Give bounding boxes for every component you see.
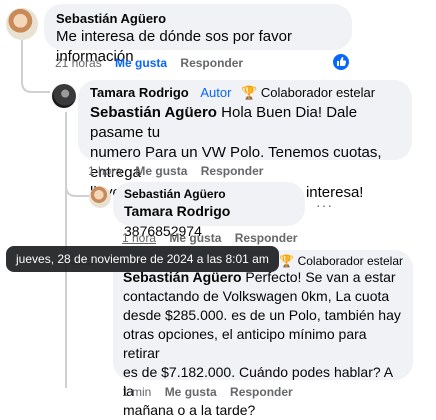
reply-button[interactable]: Responder: [180, 56, 243, 70]
like-button[interactable]: Me gusta: [169, 231, 221, 245]
avatar[interactable]: [6, 8, 38, 40]
author-badge: Autor: [200, 85, 232, 100]
comment-author[interactable]: Tamara Rodrigo: [90, 85, 189, 100]
comment-bubble: Sebastián Agüero Tamara Rodrigo 38768529…: [113, 182, 305, 239]
mention-link[interactable]: Sebastián Agüero: [90, 104, 217, 121]
comment-actions: 1 min Me gusta Responder: [122, 385, 293, 399]
like-button[interactable]: Me gusta: [115, 56, 167, 70]
like-button[interactable]: Me gusta: [165, 385, 217, 399]
top-fan-badge: Colaborador estelar: [297, 254, 403, 268]
comment-bubble: Tamara Rodrigo Autor 🏆 Colaborador estel…: [78, 80, 412, 201]
more-options-button[interactable]: ···: [316, 197, 333, 213]
reply-button[interactable]: Responder: [230, 385, 293, 399]
timestamp-tooltip: jueves, 28 de noviembre de 2024 a las 8:…: [6, 246, 279, 272]
comment-actions: 21 horas Me gusta Responder: [55, 56, 243, 70]
comment-author[interactable]: Sebastián Agüero: [124, 187, 294, 201]
comment-actions: 1 hora Me gusta Responder: [88, 164, 263, 178]
avatar[interactable]: [52, 84, 76, 108]
reply-button[interactable]: Responder: [235, 231, 298, 245]
like-button[interactable]: Me gusta: [135, 164, 187, 178]
comment-time[interactable]: 21 horas: [55, 56, 102, 70]
comment-actions: 1 hora Me gusta Responder: [122, 231, 297, 245]
mention-link[interactable]: Tamara Rodrigo: [124, 203, 230, 219]
top-fan-badge: Colaborador estelar: [260, 85, 376, 100]
comment-author[interactable]: Sebastián Agüero: [56, 11, 340, 26]
trophy-icon: 🏆: [241, 85, 258, 100]
comment-time[interactable]: 1 hora: [88, 164, 122, 178]
comment-header: Tamara Rodrigo Autor 🏆 Colaborador estel…: [90, 85, 400, 101]
reply-button[interactable]: Responder: [201, 164, 264, 178]
avatar[interactable]: [89, 186, 111, 208]
comment-time[interactable]: 1 hora: [122, 231, 156, 245]
trophy-icon: 🏆: [279, 254, 295, 268]
comment-time[interactable]: 1 min: [122, 385, 151, 399]
comment-bubble: Sebastián Agüero Me interesa de dónde so…: [44, 4, 352, 65]
like-reaction-icon[interactable]: [333, 54, 349, 70]
